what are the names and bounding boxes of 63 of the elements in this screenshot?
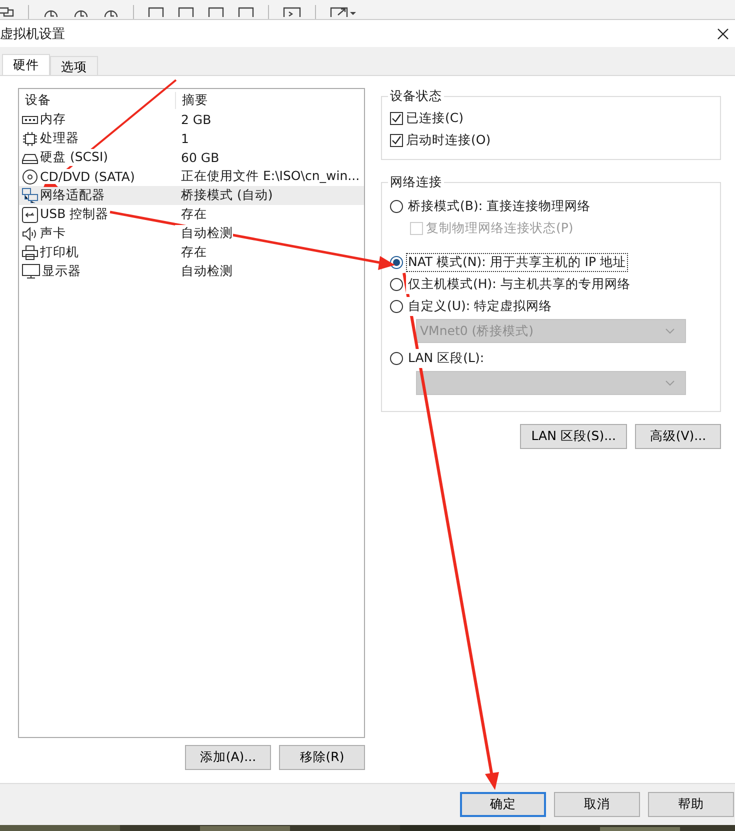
device-name: CD/DVD (SATA) bbox=[40, 169, 135, 184]
radio-label: 仅主机模式(H): 与主机共享的专用网络 bbox=[406, 274, 632, 294]
radio-label: NAT 模式(N): 用于共享主机的 IP 地址 bbox=[406, 252, 628, 272]
checkbox[interactable] bbox=[390, 112, 403, 124]
device-row[interactable]: 网络适配器 桥接模式 (自动) bbox=[19, 186, 364, 205]
dialog-button[interactable]: 高级(V)... bbox=[635, 424, 721, 449]
window-title: 虚拟机设置 bbox=[0, 26, 65, 42]
checkbox-label: 复制物理网络连接状态(P) bbox=[426, 220, 574, 236]
group-title: 设备状态 bbox=[389, 88, 443, 105]
device-name: 打印机 bbox=[40, 244, 79, 261]
device-row[interactable]: 打印机 存在 bbox=[19, 243, 364, 262]
usb-icon bbox=[22, 206, 38, 222]
monitor-icon bbox=[22, 264, 40, 279]
dialog-button[interactable]: 确定 bbox=[460, 792, 546, 817]
list-button[interactable]: 移除(R) bbox=[279, 745, 365, 770]
chevron-down-icon bbox=[665, 328, 675, 334]
checkbox-label: 启动时连接(O) bbox=[406, 132, 491, 148]
view-icon[interactable] bbox=[148, 7, 164, 17]
device-name: 声卡 bbox=[40, 225, 66, 242]
device-row[interactable]: 显示器 自动检测 bbox=[19, 262, 364, 281]
dialog-button[interactable]: 取消 bbox=[554, 792, 640, 817]
device-name: 硬盘 (SCSI) bbox=[40, 149, 108, 166]
tab[interactable]: 选项 bbox=[50, 56, 98, 76]
fullscreen-icon[interactable] bbox=[330, 7, 358, 17]
dialog-button[interactable]: LAN 区段(S)... bbox=[520, 424, 627, 449]
view-icon[interactable] bbox=[178, 7, 194, 17]
device-row[interactable]: CD/DVD (SATA) 正在使用文件 E:\ISO\cn_win... bbox=[19, 167, 364, 186]
checkbox-label: 已连接(C) bbox=[406, 110, 464, 126]
disk-icon bbox=[22, 152, 38, 164]
device-row[interactable]: USB 控制器 存在 bbox=[19, 205, 364, 224]
device-summary: 存在 bbox=[175, 206, 207, 223]
device-row[interactable]: 内存 2 GB bbox=[19, 110, 364, 129]
group-title: 网络连接 bbox=[389, 174, 443, 191]
radio-button[interactable] bbox=[390, 200, 403, 212]
radio-button[interactable] bbox=[390, 278, 403, 290]
device-row[interactable]: 硬盘 (SCSI) 60 GB bbox=[19, 148, 364, 167]
checkbox[interactable] bbox=[390, 134, 403, 146]
tab[interactable]: 硬件 bbox=[2, 54, 50, 76]
list-button[interactable]: 添加(A)... bbox=[185, 745, 271, 770]
network-icon bbox=[22, 188, 38, 203]
chip-icon bbox=[22, 132, 38, 146]
view-icon[interactable] bbox=[208, 7, 224, 17]
disc-icon bbox=[22, 168, 38, 184]
device-name: 显示器 bbox=[42, 263, 81, 280]
printer-icon bbox=[22, 245, 38, 260]
device-row[interactable]: 处理器 1 bbox=[19, 129, 364, 148]
column-header[interactable]: 摘要 bbox=[175, 92, 208, 109]
radio-button[interactable] bbox=[390, 300, 403, 312]
device-summary: 自动检测 bbox=[175, 225, 233, 242]
device-row[interactable]: 声卡 自动检测 bbox=[19, 224, 364, 243]
radio-button[interactable] bbox=[390, 256, 403, 268]
device-name: 网络适配器 bbox=[40, 187, 105, 204]
memory-icon bbox=[22, 114, 38, 126]
window-icon[interactable] bbox=[0, 7, 14, 17]
view-icon[interactable] bbox=[238, 7, 254, 17]
dialog-button[interactable]: 帮助 bbox=[648, 792, 734, 817]
column-header[interactable]: 设备 bbox=[19, 92, 175, 109]
terminal-icon[interactable] bbox=[283, 7, 301, 17]
device-name: USB 控制器 bbox=[40, 206, 109, 223]
chevron-down-icon bbox=[665, 380, 675, 386]
close-icon[interactable] bbox=[717, 28, 729, 40]
radio-button[interactable] bbox=[390, 352, 403, 364]
device-name: 内存 bbox=[40, 111, 66, 128]
